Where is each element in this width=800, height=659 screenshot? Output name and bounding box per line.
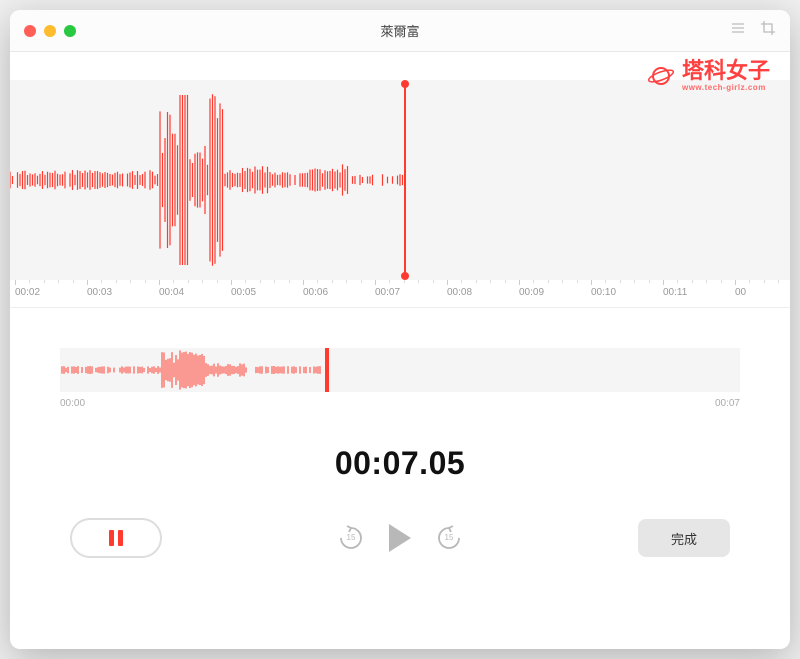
waveform-minimap[interactable] — [60, 348, 740, 392]
skip-forward-button[interactable]: 15 — [435, 524, 463, 552]
maximize-button[interactable] — [64, 25, 76, 37]
app-window: 萊爾富 塔科女子 www.tech-girlz.com 00:0200:0300… — [10, 10, 790, 649]
pause-icon — [109, 530, 123, 546]
ruler-tick: 00:06 — [303, 280, 328, 298]
ruler-tick: 00:03 — [87, 280, 112, 298]
window-title: 萊爾富 — [380, 21, 419, 40]
watermark-url: www.tech-girlz.com — [682, 83, 770, 92]
minimap-playhead[interactable] — [325, 348, 329, 392]
ruler-tick: 00:09 — [519, 280, 544, 298]
skip-fwd-label: 15 — [435, 533, 463, 542]
crop-icon[interactable] — [760, 20, 776, 41]
ruler-tick: 00:07 — [375, 280, 400, 298]
play-button[interactable] — [389, 524, 411, 552]
minimap-svg — [60, 348, 740, 392]
titlebar: 萊爾富 — [10, 10, 790, 52]
list-icon[interactable] — [730, 20, 746, 41]
done-button[interactable]: 完成 — [638, 519, 730, 557]
timer-display: 00:07.05 — [10, 445, 790, 482]
watermark-text: 塔科女子 — [682, 58, 770, 83]
minimap-end-time: 00:07 — [715, 398, 740, 409]
watermark: 塔科女子 www.tech-girlz.com — [646, 60, 770, 92]
waveform-main[interactable] — [10, 80, 790, 280]
waveform-svg — [10, 80, 790, 280]
ruler-tick: 00:08 — [447, 280, 472, 298]
ruler-tick: 00:10 — [591, 280, 616, 298]
minimap-start-time: 00:00 — [60, 398, 85, 409]
ruler-tick: 00:11 — [663, 280, 687, 298]
playhead[interactable] — [404, 84, 406, 276]
time-ruler: 00:02 00:03 00:04 00:05 00:06 00:07 00:08 00:09… — [10, 280, 790, 308]
ruler-tick: 00:05 — [231, 280, 256, 298]
ruler-tick: 00 — [735, 280, 746, 298]
skip-back-label: 15 — [337, 533, 365, 542]
pause-button[interactable] — [70, 518, 162, 558]
minimize-button[interactable] — [44, 25, 56, 37]
traffic-lights — [24, 25, 76, 37]
ruler-tick: 00:02 — [15, 280, 40, 298]
skip-back-button[interactable]: 15 — [337, 524, 365, 552]
planet-icon — [646, 61, 676, 91]
ruler-tick: 00:04 — [159, 280, 184, 298]
close-button[interactable] — [24, 25, 36, 37]
playback-controls: 15 15 完成 — [10, 518, 790, 588]
